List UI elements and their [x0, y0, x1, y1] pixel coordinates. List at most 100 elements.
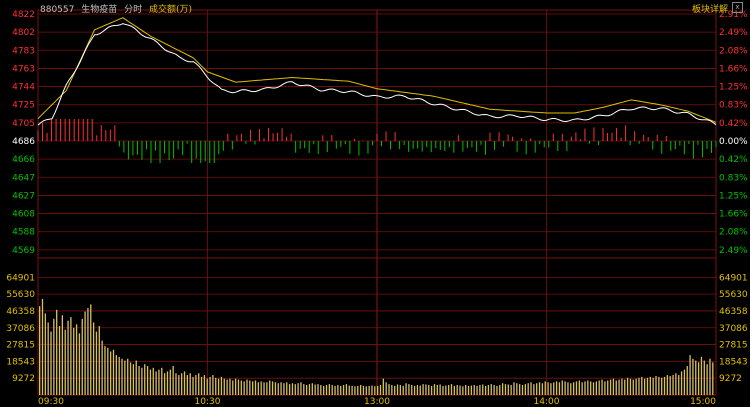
- percent-tick-label: 1.66%: [719, 64, 748, 74]
- chart-header: 880557 生物疫苗 分时 成交额(万): [40, 2, 196, 15]
- volume-bar: [161, 367, 163, 395]
- sector-name: 生物疫苗: [81, 5, 118, 15]
- volume-bar: [368, 385, 370, 395]
- volume-bar: [334, 385, 336, 395]
- price-tick-label: 4763: [12, 64, 35, 74]
- volume-bar: [626, 377, 629, 395]
- volume-bar: [553, 382, 555, 395]
- volume-bar: [354, 386, 356, 395]
- price-tick-label: 4608: [12, 210, 35, 220]
- percent-tick-label: 1.66%: [719, 210, 748, 220]
- volume-bar: [340, 385, 342, 395]
- volume-bar: [70, 317, 72, 395]
- volume-bar: [467, 385, 470, 395]
- volume-bar: [129, 362, 132, 395]
- volume-bar: [98, 326, 100, 395]
- price-tick-label: 4647: [12, 173, 35, 183]
- volume-bar: [323, 385, 325, 395]
- volume-bar: [328, 384, 331, 395]
- volume-bar: [249, 380, 251, 395]
- volume-bar: [459, 385, 461, 395]
- volume-bar: [712, 362, 714, 395]
- price-tick-label: 4569: [12, 246, 35, 256]
- volume-bar: [558, 382, 561, 395]
- volume-bar: [215, 377, 217, 395]
- volume-bar: [445, 385, 447, 395]
- volume-bar: [402, 385, 404, 395]
- volume-bar: [385, 382, 387, 395]
- price-tick-label: 4627: [12, 191, 35, 201]
- volume-bar: [87, 307, 89, 395]
- volume-bar: [175, 373, 177, 395]
- percent-tick-label: 1.25%: [719, 191, 748, 201]
- volume-bar: [456, 385, 458, 395]
- volume-tick-label: 18543: [6, 357, 35, 367]
- volume-bar: [64, 329, 66, 395]
- volume-bar: [405, 383, 407, 395]
- volume-bar: [538, 382, 541, 395]
- time-tick-label: 09:30: [38, 397, 64, 407]
- volume-bar: [305, 385, 308, 395]
- volume-bar: [601, 379, 603, 395]
- volume-bar: [709, 358, 711, 395]
- volume-bar: [166, 371, 169, 395]
- volume-bar: [567, 382, 569, 395]
- price-tick-label: 4588: [12, 228, 35, 238]
- volume-bar: [189, 373, 191, 395]
- volume-bar: [561, 380, 563, 395]
- volume-bar: [533, 384, 535, 395]
- volume-bar: [288, 384, 291, 395]
- close-icon[interactable]: x: [732, 2, 743, 13]
- volume-bar: [530, 382, 532, 395]
- volume-bar: [47, 322, 49, 395]
- volume-bar: [399, 385, 402, 395]
- volume-bar: [192, 376, 194, 395]
- percent-tick-label: 0.83%: [719, 173, 748, 183]
- volume-bar: [462, 386, 464, 395]
- volume-bar: [706, 364, 708, 395]
- volume-bar: [513, 382, 515, 395]
- volume-bar: [121, 358, 123, 395]
- volume-bar: [200, 376, 203, 395]
- volume-bar: [135, 360, 137, 395]
- price-tick-label: 4822: [12, 10, 35, 20]
- volume-bar: [408, 384, 410, 395]
- sector-detail-button[interactable]: 板块详解: [692, 2, 728, 15]
- volume-bar: [570, 383, 572, 395]
- sector-code: 880557: [40, 5, 75, 15]
- price-tick-label: 4705: [12, 119, 35, 129]
- volume-tick-label: 55630: [719, 290, 748, 300]
- volume-bar: [234, 378, 237, 395]
- percent-tick-label: 0.83%: [719, 101, 748, 111]
- volume-metric-label[interactable]: 成交额(万): [149, 5, 192, 15]
- volume-bar: [209, 376, 211, 395]
- volume-bar: [138, 365, 140, 395]
- volume-bar: [465, 385, 467, 395]
- volume-tick-label: 9272: [719, 374, 742, 384]
- volume-bar: [266, 382, 268, 395]
- volume-bar: [388, 384, 390, 395]
- chart-mode-label[interactable]: 分时: [124, 5, 142, 15]
- volume-bar: [53, 318, 55, 395]
- volume-bar: [325, 385, 328, 395]
- volume-bar: [67, 320, 69, 395]
- volume-bar: [232, 380, 234, 395]
- volume-bar: [203, 375, 206, 395]
- volume-bar: [212, 375, 214, 395]
- volume-tick-label: 18543: [719, 357, 748, 367]
- volume-bar: [592, 382, 595, 395]
- price-tick-label: 4686: [12, 137, 35, 147]
- volume-bar: [331, 385, 333, 395]
- volume-bar: [641, 376, 643, 395]
- volume-bar: [501, 383, 504, 395]
- volume-bar: [428, 385, 430, 395]
- volume-bar: [396, 384, 399, 395]
- volume-bar: [320, 385, 322, 395]
- intraday-chart[interactable]: 4822 2.91%4802 2.49%4783 2.08%4763 1.66%4744…: [0, 0, 750, 407]
- volume-bar: [575, 381, 578, 395]
- volume-bar: [124, 360, 126, 395]
- percent-tick-label: 2.08%: [719, 228, 748, 238]
- volume-bar: [490, 384, 492, 395]
- volume-bar: [263, 382, 265, 395]
- volume-bar: [413, 385, 416, 395]
